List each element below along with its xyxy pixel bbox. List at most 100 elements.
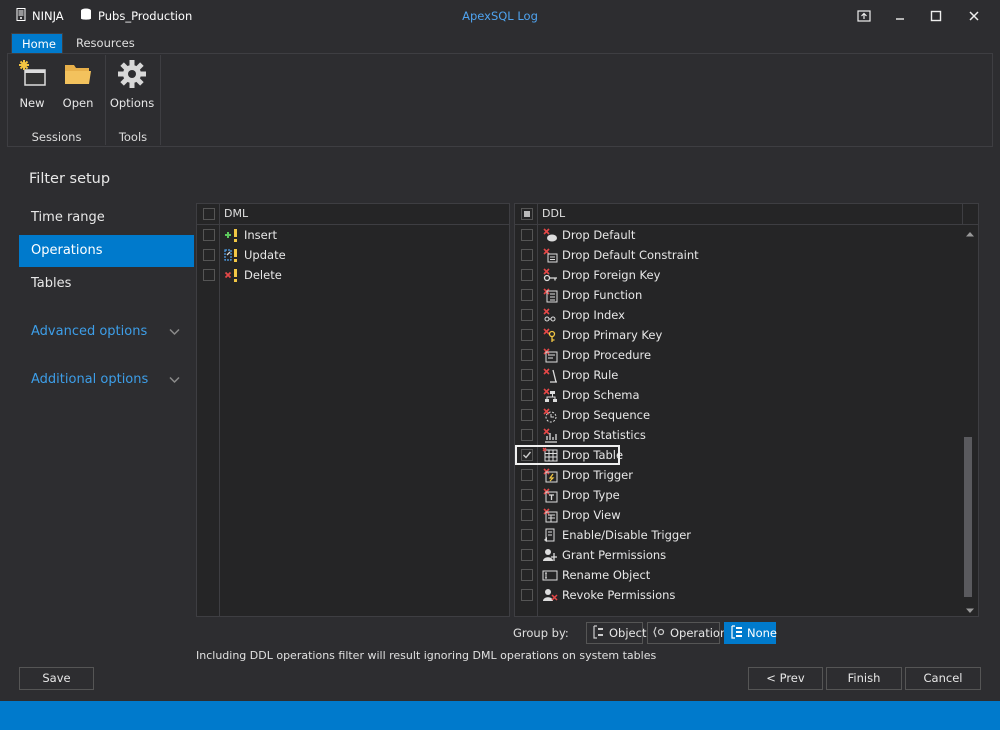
- insert-checkbox[interactable]: [203, 229, 215, 241]
- ddl-item-checkbox[interactable]: [521, 309, 533, 321]
- ddl-operation-icon: [542, 387, 558, 403]
- list-item[interactable]: Insert: [197, 225, 509, 245]
- group-by-operation-label: Operation: [670, 626, 728, 640]
- list-item-label: Enable/Disable Trigger: [562, 528, 692, 542]
- list-item[interactable]: Drop Procedure: [515, 345, 978, 365]
- status-bar: [0, 701, 1000, 730]
- nav-label: Additional options: [31, 372, 149, 387]
- list-item[interactable]: Drop Statistics: [515, 425, 978, 445]
- object-icon: [592, 624, 606, 642]
- update-checkbox[interactable]: [203, 249, 215, 261]
- list-item[interactable]: Drop View: [515, 505, 978, 525]
- ddl-item-checkbox[interactable]: [521, 229, 533, 241]
- nav-tables[interactable]: Tables: [19, 268, 194, 300]
- ddl-operation-icon: [542, 547, 558, 563]
- group-by-label: Group by:: [513, 626, 569, 640]
- ddl-item-checkbox[interactable]: [521, 249, 533, 261]
- database-icon: [80, 8, 92, 24]
- list-item[interactable]: Drop Trigger: [515, 465, 978, 485]
- minimize-icon[interactable]: [889, 6, 911, 26]
- pin-icon[interactable]: [853, 6, 875, 26]
- list-item[interactable]: Drop Table: [515, 445, 978, 465]
- list-item[interactable]: Update: [197, 245, 509, 265]
- list-item[interactable]: Revoke Permissions: [515, 585, 978, 605]
- list-item[interactable]: Drop Default: [515, 225, 978, 245]
- list-item[interactable]: Grant Permissions: [515, 545, 978, 565]
- ddl-operation-icon: [542, 247, 558, 263]
- save-button[interactable]: Save: [19, 667, 94, 690]
- group-by-none-button[interactable]: None: [724, 622, 777, 644]
- ddl-operation-icon: [542, 487, 558, 503]
- list-item[interactable]: Enable/Disable Trigger: [515, 525, 978, 545]
- ddl-item-checkbox[interactable]: [521, 589, 533, 601]
- ddl-item-checkbox[interactable]: [521, 269, 533, 281]
- ddl-operation-icon: [542, 287, 558, 303]
- nav-advanced-options[interactable]: Advanced options: [19, 316, 194, 348]
- group-by-object-button[interactable]: Object: [586, 622, 646, 644]
- ddl-item-checkbox[interactable]: [521, 289, 533, 301]
- list-item[interactable]: Delete: [197, 265, 509, 285]
- nav-time-range[interactable]: Time range: [19, 202, 194, 234]
- list-item[interactable]: Drop Default Constraint: [515, 245, 978, 265]
- scroll-up-icon[interactable]: [965, 227, 975, 241]
- dml-select-all-checkbox[interactable]: [203, 208, 215, 220]
- ddl-item-checkbox[interactable]: [521, 369, 533, 381]
- list-item-label: Drop Function: [562, 288, 643, 302]
- new-button[interactable]: New: [14, 58, 50, 114]
- ddl-operation-icon: [542, 407, 558, 423]
- ddl-item-checkbox[interactable]: [521, 409, 533, 421]
- ddl-item-checkbox[interactable]: [521, 549, 533, 561]
- nav-additional-options[interactable]: Additional options: [19, 364, 194, 396]
- ddl-operation-icon: [542, 467, 558, 483]
- list-item-label: Drop Procedure: [562, 348, 652, 362]
- tab-resources[interactable]: Resources: [66, 33, 145, 54]
- list-item-label: Update: [244, 248, 286, 262]
- nav-label: Tables: [31, 276, 72, 291]
- list-item[interactable]: Rename Object: [515, 565, 978, 585]
- ddl-item-checkbox[interactable]: [521, 329, 533, 341]
- scrollbar-thumb[interactable]: [964, 437, 972, 597]
- close-icon[interactable]: [963, 6, 985, 26]
- scroll-down-icon[interactable]: [965, 604, 975, 618]
- tab-home[interactable]: Home: [11, 33, 63, 54]
- list-item[interactable]: Drop Sequence: [515, 405, 978, 425]
- new-session-icon: [16, 58, 48, 90]
- cancel-button[interactable]: Cancel: [905, 667, 981, 690]
- list-item[interactable]: Drop Function: [515, 285, 978, 305]
- maximize-icon[interactable]: [925, 6, 947, 26]
- options-button[interactable]: Options: [110, 58, 154, 114]
- server-icon: [16, 8, 26, 24]
- ddl-item-checkbox[interactable]: [521, 569, 533, 581]
- list-item[interactable]: Drop Type: [515, 485, 978, 505]
- ddl-item-checkbox[interactable]: [521, 469, 533, 481]
- ddl-operation-icon: [542, 507, 558, 523]
- list-item[interactable]: Drop Rule: [515, 365, 978, 385]
- ddl-select-all-checkbox[interactable]: [521, 208, 533, 220]
- info-note: Including DDL operations filter will res…: [196, 649, 657, 662]
- ddl-item-checkbox[interactable]: [521, 349, 533, 361]
- finish-button[interactable]: Finish: [826, 667, 902, 690]
- ddl-operation-icon: [542, 307, 558, 323]
- list-item[interactable]: Drop Schema: [515, 385, 978, 405]
- list-item[interactable]: Drop Primary Key: [515, 325, 978, 345]
- ddl-item-checkbox[interactable]: [521, 509, 533, 521]
- ddl-list: DDL Drop Default Drop Default Constraint D…: [514, 203, 979, 617]
- ddl-item-checkbox[interactable]: [521, 489, 533, 501]
- open-button[interactable]: Open: [60, 58, 96, 114]
- list-item-label: Drop Primary Key: [562, 328, 663, 342]
- gear-icon: [116, 58, 148, 90]
- prev-button[interactable]: < Prev: [748, 667, 823, 690]
- delete-checkbox[interactable]: [203, 269, 215, 281]
- list-item-label: Drop Statistics: [562, 428, 646, 442]
- ddl-operation-icon: [542, 367, 558, 383]
- nav-operations[interactable]: Operations: [19, 235, 194, 267]
- delete-icon: [224, 267, 240, 283]
- ddl-item-checkbox[interactable]: [521, 529, 533, 541]
- list-item[interactable]: Drop Foreign Key: [515, 265, 978, 285]
- nav-label: Advanced options: [31, 324, 148, 339]
- ddl-item-checkbox[interactable]: [521, 429, 533, 441]
- list-item[interactable]: Drop Index: [515, 305, 978, 325]
- ddl-item-checkbox[interactable]: [521, 389, 533, 401]
- group-by-operation-button[interactable]: Operation: [647, 622, 727, 644]
- list-item-label: Drop View: [562, 508, 621, 522]
